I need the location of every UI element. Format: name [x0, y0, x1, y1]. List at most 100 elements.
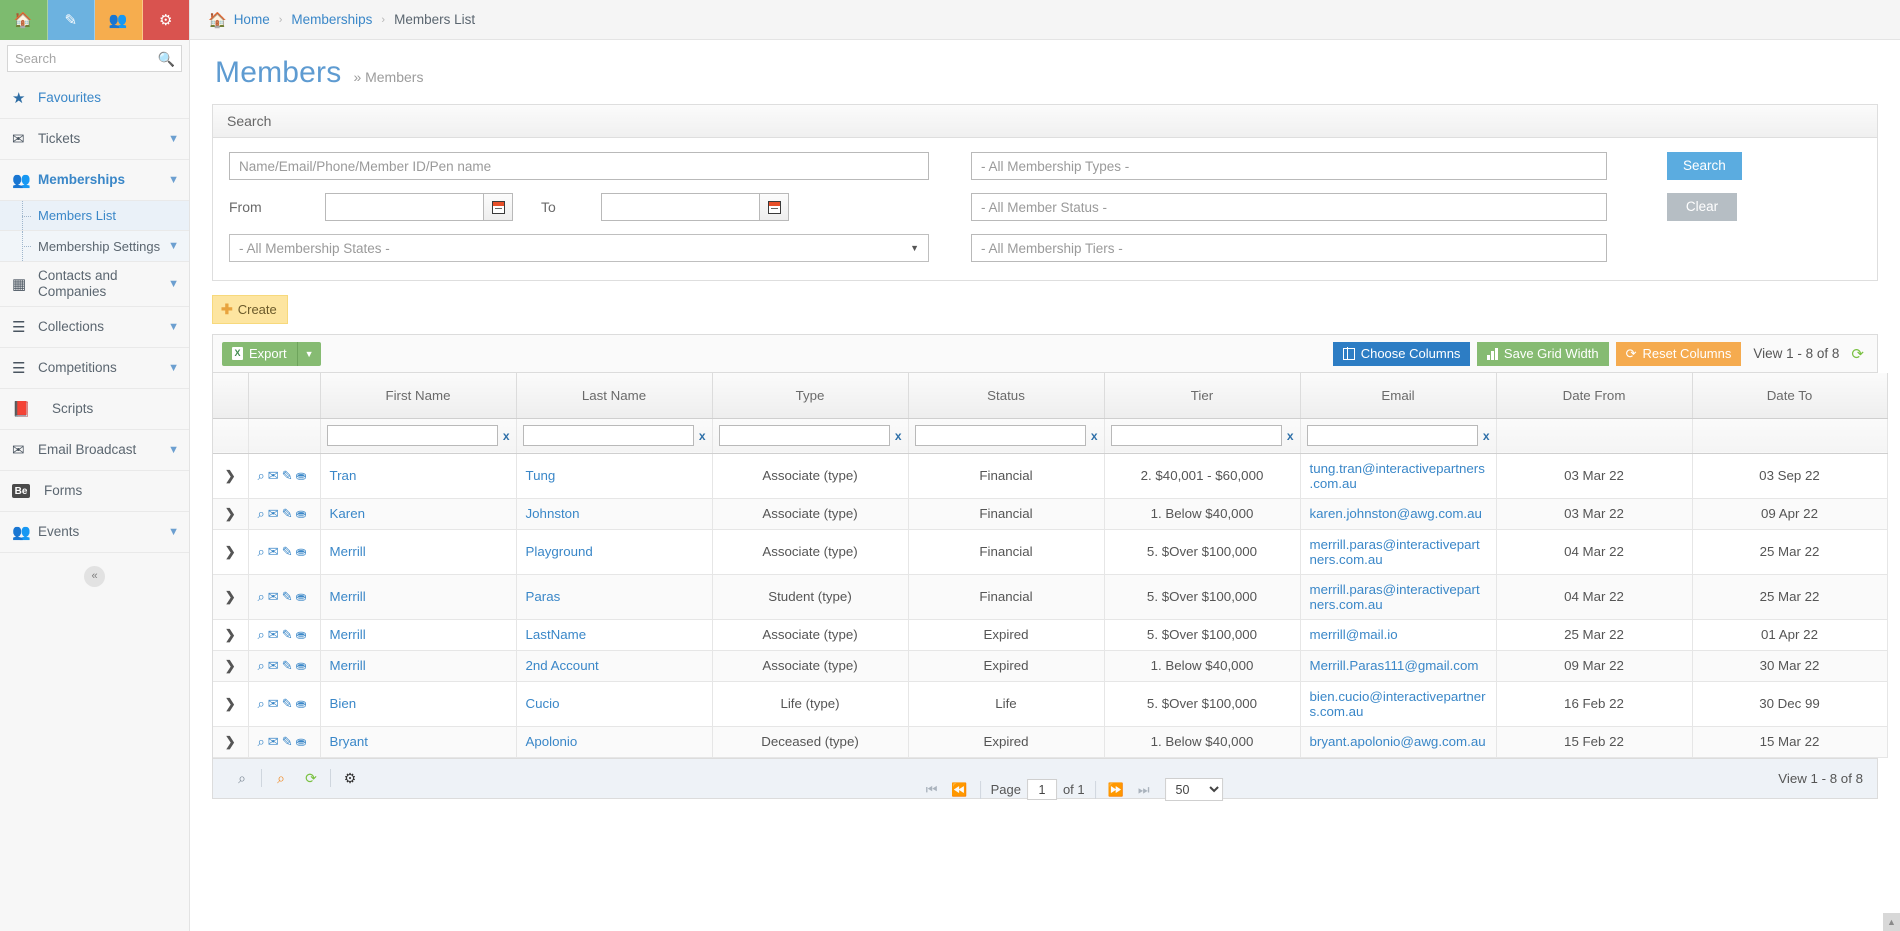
edit-icon[interactable]: ✎: [282, 658, 293, 673]
table-row[interactable]: ❯⌕✉✎⛂Merrill2nd AccountAssociate (type)E…: [213, 650, 1887, 681]
keyword-input[interactable]: Name/Email/Phone/Member ID/Pen name: [229, 152, 929, 180]
sidebar-item-scripts[interactable]: 📕 Scripts: [0, 389, 189, 430]
envelope-icon[interactable]: ✉: [268, 544, 279, 559]
add-user-icon[interactable]: ⛂: [296, 544, 307, 559]
cell-first-name-link[interactable]: Merrill: [330, 627, 366, 642]
zoom-icon[interactable]: ⌕: [258, 627, 265, 642]
edit-icon[interactable]: ✎: [282, 696, 293, 711]
cell-last-name-link[interactable]: 2nd Account: [526, 658, 599, 673]
quick-action-edit-button[interactable]: ✎: [48, 0, 96, 40]
col-date-from[interactable]: Date From: [1496, 373, 1692, 418]
table-row[interactable]: ❯⌕✉✎⛂MerrillParasStudent (type)Financial…: [213, 574, 1887, 619]
edit-icon[interactable]: ✎: [282, 589, 293, 604]
row-expand-button[interactable]: ❯: [213, 650, 248, 681]
sidebar-item-competitions[interactable]: ☰ Competitions ▼: [0, 348, 189, 389]
cell-last-name-link[interactable]: Johnston: [526, 506, 580, 521]
quick-action-settings-button[interactable]: ⚙: [143, 0, 190, 40]
clear-filter-icon[interactable]: x: [1287, 429, 1294, 443]
col-tier[interactable]: Tier: [1104, 373, 1300, 418]
sidebar-item-members-list[interactable]: Members List: [0, 201, 189, 231]
table-row[interactable]: ❯⌕✉✎⛂KarenJohnstonAssociate (type)Financ…: [213, 498, 1887, 529]
sidebar-item-events[interactable]: 👥 Events ▼: [0, 512, 189, 553]
cell-last-name-link[interactable]: Apolonio: [526, 734, 578, 749]
sidebar-item-favourites[interactable]: ★ Favourites: [0, 78, 189, 119]
sidebar-item-collections[interactable]: ☰ Collections ▼: [0, 307, 189, 348]
filter-input-email[interactable]: [1307, 425, 1478, 446]
edit-icon[interactable]: ✎: [282, 627, 293, 642]
filter-input-type[interactable]: [719, 425, 890, 446]
scroll-to-top-button[interactable]: ▲: [1883, 913, 1900, 931]
sidebar-item-forms[interactable]: Be Forms: [0, 471, 189, 512]
cell-email-link[interactable]: merrill.paras@interactivepartners.com.au: [1310, 537, 1480, 567]
clear-filter-icon[interactable]: x: [1091, 429, 1098, 443]
cell-last-name-link[interactable]: Playground: [526, 544, 593, 559]
sidebar-search[interactable]: 🔍: [7, 45, 182, 72]
add-user-icon[interactable]: ⛂: [296, 506, 307, 521]
cell-first-name-link[interactable]: Tran: [330, 468, 357, 483]
page-first-icon[interactable]: ⏮: [920, 782, 944, 798]
clear-filter-icon[interactable]: x: [503, 429, 510, 443]
envelope-icon[interactable]: ✉: [268, 589, 279, 604]
add-user-icon[interactable]: ⛂: [296, 734, 307, 749]
zoom-icon[interactable]: ⌕: [258, 589, 265, 604]
table-row[interactable]: ❯⌕✉✎⛂TranTungAssociate (type)Financial2.…: [213, 453, 1887, 498]
quick-action-home-button[interactable]: 🏠: [0, 0, 48, 40]
breadcrumb-link-home[interactable]: Home: [234, 12, 270, 27]
edit-icon[interactable]: ✎: [282, 734, 293, 749]
cell-email-link[interactable]: bryant.apolonio@awg.com.au: [1310, 734, 1486, 749]
row-expand-button[interactable]: ❯: [213, 529, 248, 574]
choose-columns-button[interactable]: Choose Columns: [1333, 342, 1471, 366]
zoom-icon[interactable]: ⌕: [258, 544, 265, 559]
export-button[interactable]: X Export: [222, 342, 297, 366]
breadcrumb-link-memberships[interactable]: Memberships: [291, 12, 372, 27]
sidebar-item-memberships[interactable]: 👥 Memberships ▼: [0, 160, 189, 201]
sidebar-item-membership-settings[interactable]: Membership Settings ▼: [0, 231, 189, 261]
col-last-name[interactable]: Last Name: [516, 373, 712, 418]
cell-email-link[interactable]: karen.johnston@awg.com.au: [1310, 506, 1482, 521]
page-size-select[interactable]: 102050100: [1166, 778, 1224, 801]
zoom-icon[interactable]: ⌕: [258, 734, 265, 749]
reset-columns-button[interactable]: ⟳ Reset Columns: [1616, 342, 1742, 366]
zoom-icon[interactable]: ⌕: [258, 468, 265, 483]
envelope-icon[interactable]: ✉: [268, 696, 279, 711]
quick-action-users-button[interactable]: 👥: [95, 0, 143, 40]
cell-first-name-link[interactable]: Bien: [330, 696, 357, 711]
page-prev-icon[interactable]: ⏪: [945, 782, 973, 798]
sidebar-item-contacts-and-companies[interactable]: ▦ Contacts and Companies ▼: [0, 262, 189, 307]
membership-tiers-select[interactable]: - All Membership Tiers -: [971, 234, 1607, 262]
cell-email-link[interactable]: tung.tran@interactivepartners.com.au: [1310, 461, 1485, 491]
envelope-icon[interactable]: ✉: [268, 734, 279, 749]
cell-last-name-link[interactable]: LastName: [526, 627, 587, 642]
gear-icon[interactable]: ⚙: [335, 767, 365, 789]
envelope-icon[interactable]: ✉: [268, 506, 279, 521]
cell-first-name-link[interactable]: Merrill: [330, 544, 366, 559]
filter-input-last-name[interactable]: [523, 425, 694, 446]
date-to-input[interactable]: [601, 193, 759, 221]
row-expand-button[interactable]: ❯: [213, 574, 248, 619]
row-expand-button[interactable]: ❯: [213, 681, 248, 726]
page-last-icon[interactable]: ⏭: [1132, 782, 1156, 798]
cell-first-name-link[interactable]: Karen: [330, 506, 365, 521]
page-number-input[interactable]: [1027, 779, 1057, 800]
col-date-to[interactable]: Date To: [1692, 373, 1887, 418]
table-row[interactable]: ❯⌕✉✎⛂BryantApolonioDeceased (type)Expire…: [213, 726, 1887, 757]
date-from-input[interactable]: [325, 193, 483, 221]
cell-last-name-link[interactable]: Paras: [526, 589, 561, 604]
row-expand-button[interactable]: ❯: [213, 726, 248, 757]
cell-first-name-link[interactable]: Bryant: [330, 734, 368, 749]
filter-input-tier[interactable]: [1111, 425, 1282, 446]
cell-first-name-link[interactable]: Merrill: [330, 658, 366, 673]
zoom-icon[interactable]: ⌕: [258, 696, 265, 711]
cell-last-name-link[interactable]: Cucio: [526, 696, 560, 711]
clear-filter-icon[interactable]: x: [895, 429, 902, 443]
envelope-icon[interactable]: ✉: [268, 627, 279, 642]
sidebar-item-tickets[interactable]: ✉ Tickets ▼: [0, 119, 189, 160]
zoom-icon[interactable]: ⌕: [258, 658, 265, 673]
col-status[interactable]: Status: [908, 373, 1104, 418]
clear-filter-icon[interactable]: x: [699, 429, 706, 443]
add-user-icon[interactable]: ⛂: [296, 658, 307, 673]
refresh-green-icon[interactable]: ⟳: [1851, 345, 1868, 363]
sidebar-search-input[interactable]: [8, 46, 181, 71]
row-expand-button[interactable]: ❯: [213, 498, 248, 529]
add-user-icon[interactable]: ⛂: [296, 468, 307, 483]
